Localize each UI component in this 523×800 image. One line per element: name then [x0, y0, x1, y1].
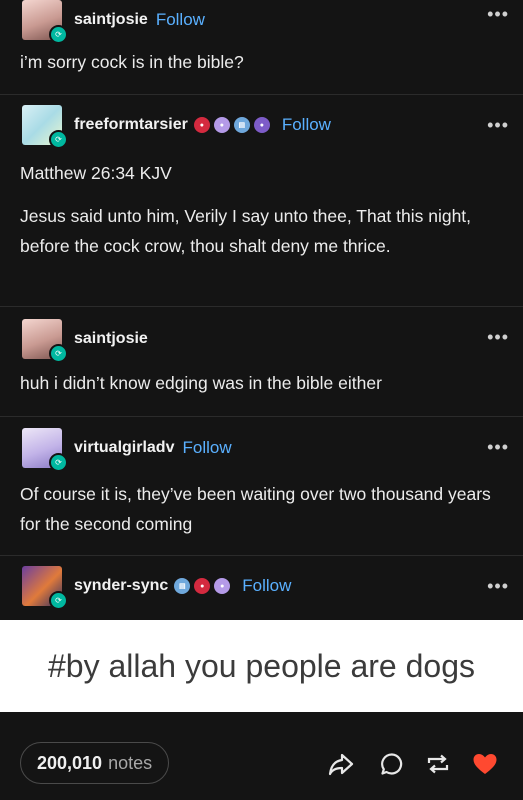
- avatar[interactable]: ⟳: [22, 566, 68, 610]
- badge-icon: ▤: [233, 117, 250, 133]
- post-1: ⟳ saintjosie Follow ••• i’m sorry cock i…: [0, 0, 523, 95]
- badge-icon: ▤: [174, 578, 191, 594]
- post-text: i’m sorry cock is in the bible?: [20, 52, 244, 72]
- avatar[interactable]: ⟳: [22, 319, 68, 363]
- share-icon[interactable]: [328, 752, 354, 776]
- username[interactable]: freeformtarsier: [74, 116, 188, 134]
- post-text: huh i didn’t know edging was in the bibl…: [20, 373, 382, 393]
- badge-icon: ●: [193, 117, 210, 133]
- post-5: ⟳ synder-sync ▤ ● ● Follow •••: [0, 556, 523, 620]
- post-2: ⟳ freeformtarsier ● ● ▤ ● Follow ••• Mat…: [0, 95, 523, 307]
- tag-text[interactable]: #by allah you people are dogs: [48, 648, 475, 685]
- follow-button[interactable]: Follow: [182, 438, 231, 458]
- notes-button[interactable]: 200,010 notes: [20, 742, 170, 784]
- badges: ▤ ● ●: [174, 578, 234, 594]
- username[interactable]: virtualgirladv: [74, 439, 174, 457]
- reblog-badge-icon: ⟳: [49, 130, 68, 149]
- follow-button[interactable]: Follow: [242, 576, 291, 596]
- post-text: Matthew 26:34 KJV: [20, 163, 172, 183]
- reblog-badge-icon: ⟳: [49, 25, 68, 44]
- more-dots-icon[interactable]: •••: [487, 576, 509, 597]
- avatar[interactable]: ⟳: [22, 428, 68, 472]
- post-footer: 200,010 notes: [0, 712, 523, 800]
- avatar[interactable]: ⟳: [22, 105, 68, 149]
- badge-icon: ●: [253, 117, 270, 133]
- notes-count: 200,010: [37, 752, 103, 773]
- tag-caption: #by allah you people are dogs: [0, 620, 523, 712]
- follow-button[interactable]: Follow: [156, 10, 205, 30]
- username[interactable]: synder-sync: [74, 577, 168, 595]
- reblog-icon[interactable]: [425, 752, 451, 776]
- badges: ● ● ▤ ●: [193, 117, 274, 133]
- more-dots-icon[interactable]: •••: [487, 115, 509, 136]
- notes-label: notes: [108, 752, 153, 773]
- badge-icon: ●: [213, 117, 230, 133]
- more-dots-icon[interactable]: •••: [487, 437, 509, 458]
- badge-icon: ●: [214, 578, 231, 594]
- reblog-badge-icon: ⟳: [49, 344, 68, 363]
- more-dots-icon[interactable]: •••: [487, 4, 509, 25]
- username[interactable]: saintjosie: [74, 11, 148, 29]
- follow-button[interactable]: Follow: [282, 115, 331, 135]
- comment-icon[interactable]: [380, 752, 404, 776]
- post-text: Of course it is, they’ve been waiting ov…: [20, 484, 491, 534]
- username[interactable]: saintjosie: [74, 330, 148, 348]
- badge-icon: ●: [194, 578, 211, 594]
- post-3: ⟳ saintjosie ••• huh i didn’t know edgin…: [0, 307, 523, 417]
- heart-icon[interactable]: [472, 752, 498, 776]
- avatar[interactable]: ⟳: [22, 0, 68, 44]
- reblog-badge-icon: ⟳: [49, 453, 68, 472]
- post-text: Jesus said unto him, Verily I say unto t…: [20, 206, 472, 256]
- more-dots-icon[interactable]: •••: [487, 327, 509, 348]
- reblog-badge-icon: ⟳: [49, 591, 68, 610]
- post-4: ⟳ virtualgirladv Follow ••• Of course it…: [0, 417, 523, 556]
